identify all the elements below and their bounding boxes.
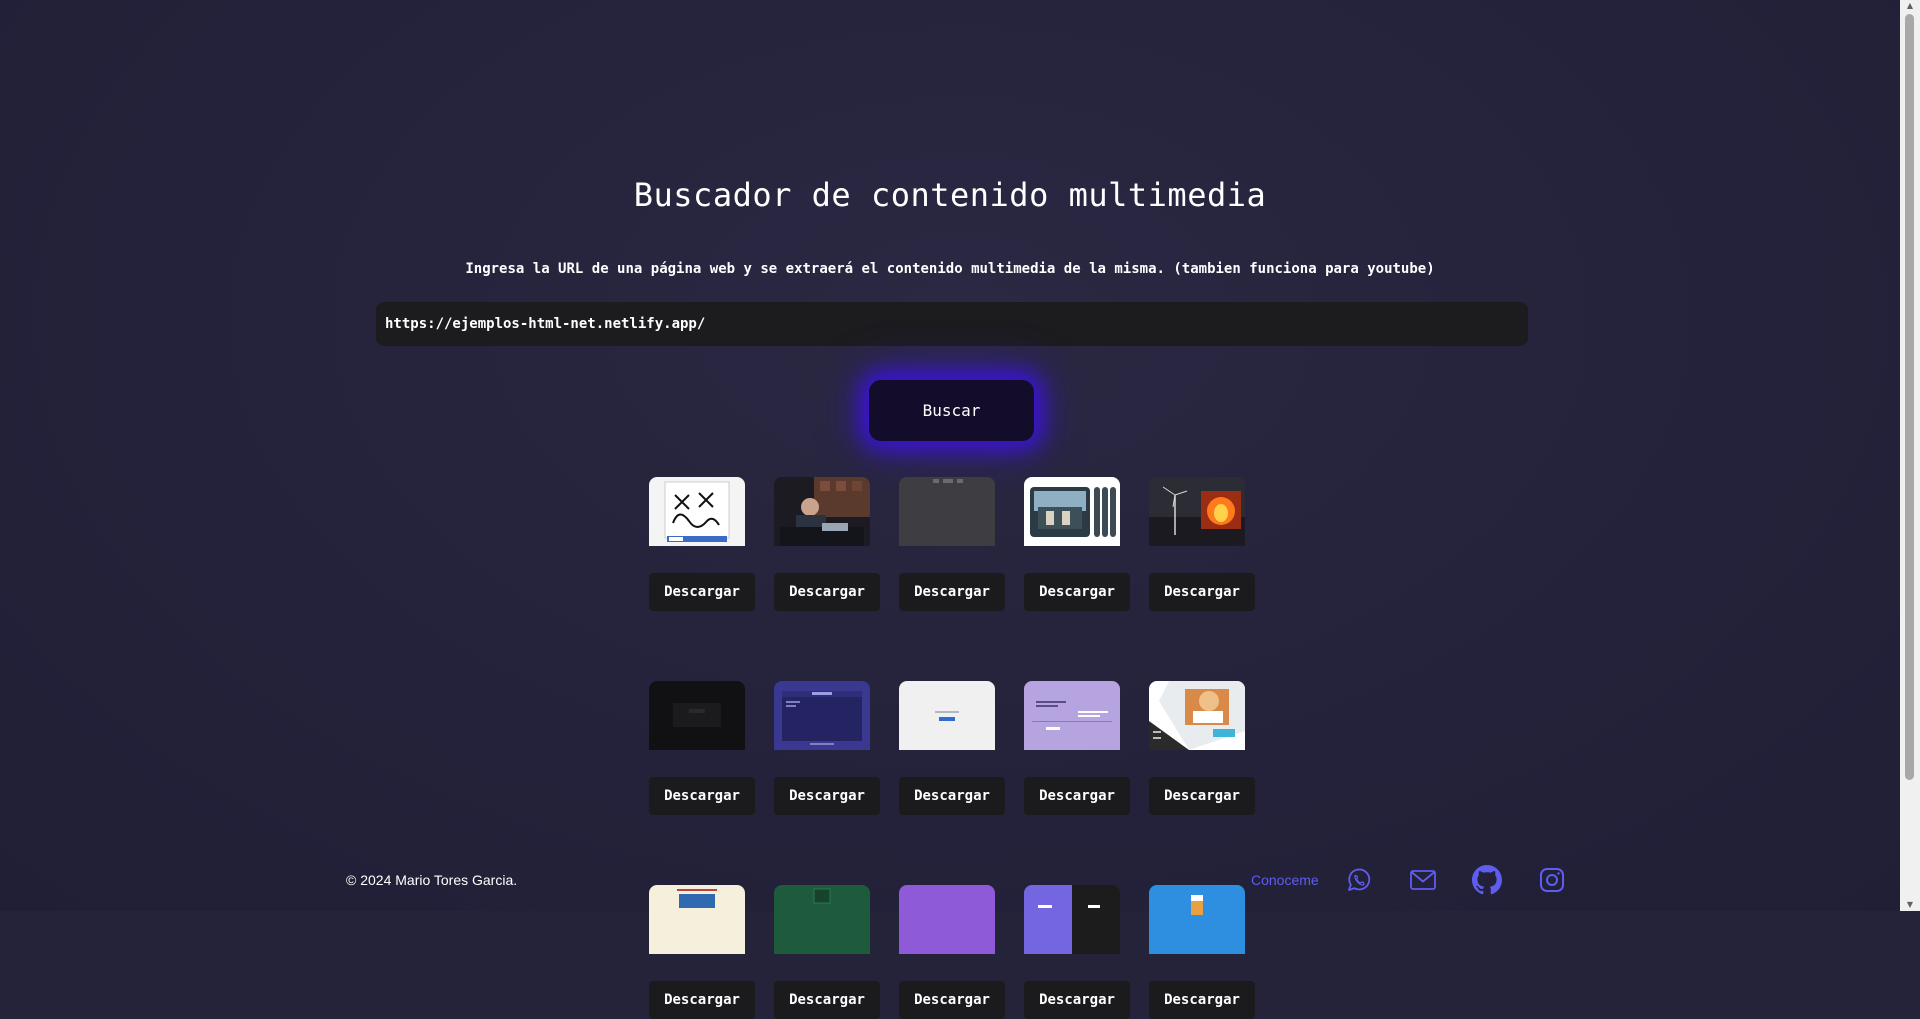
download-button[interactable]: Descargar bbox=[649, 777, 755, 815]
download-button[interactable]: Descargar bbox=[899, 981, 1005, 1019]
download-button[interactable]: Descargar bbox=[899, 777, 1005, 815]
result-item: Descargar bbox=[1024, 681, 1130, 815]
copyright-text: © 2024 Mario Tores Garcia. bbox=[346, 872, 518, 888]
result-thumbnail[interactable] bbox=[774, 681, 870, 750]
download-button[interactable]: Descargar bbox=[649, 981, 755, 1019]
result-thumbnail[interactable] bbox=[649, 477, 745, 546]
url-input[interactable] bbox=[376, 302, 1528, 346]
result-item: Descargar bbox=[774, 477, 880, 611]
download-button[interactable]: Descargar bbox=[774, 981, 880, 1019]
vertical-scrollbar[interactable]: ▲ ▼ bbox=[1900, 0, 1920, 911]
result-thumbnail[interactable] bbox=[649, 681, 745, 750]
download-button[interactable]: Descargar bbox=[899, 573, 1005, 611]
download-button[interactable]: Descargar bbox=[1024, 981, 1130, 1019]
result-item: Descargar bbox=[1024, 477, 1130, 611]
download-button[interactable]: Descargar bbox=[1024, 777, 1130, 815]
result-thumbnail[interactable] bbox=[1149, 477, 1245, 546]
result-item: Descargar bbox=[649, 477, 755, 611]
result-thumbnail[interactable] bbox=[1024, 681, 1120, 750]
result-item: Descargar bbox=[899, 681, 1005, 815]
result-thumbnail[interactable] bbox=[1149, 681, 1245, 750]
result-thumbnail[interactable] bbox=[899, 477, 995, 546]
mail-icon[interactable] bbox=[1408, 865, 1438, 895]
result-item: Descargar bbox=[899, 477, 1005, 611]
result-thumbnail[interactable] bbox=[774, 477, 870, 546]
search-button[interactable]: Buscar bbox=[869, 380, 1034, 441]
result-item: Descargar bbox=[649, 681, 755, 815]
scrollbar-thumb[interactable] bbox=[1905, 14, 1914, 780]
result-thumbnail[interactable] bbox=[1024, 477, 1120, 546]
download-button[interactable]: Descargar bbox=[774, 777, 880, 815]
download-button[interactable]: Descargar bbox=[774, 573, 880, 611]
result-item: Descargar bbox=[1149, 477, 1255, 611]
page: Buscador de contenido multimedia Ingresa… bbox=[0, 0, 1900, 1019]
conoceme-link[interactable]: Conoceme bbox=[1251, 872, 1319, 888]
result-item: Descargar bbox=[1149, 681, 1255, 815]
instagram-icon[interactable] bbox=[1537, 865, 1567, 895]
page-title: Buscador de contenido multimedia bbox=[633, 176, 1267, 214]
download-button[interactable]: Descargar bbox=[1149, 573, 1255, 611]
footer: © 2024 Mario Tores Garcia. Conoceme bbox=[0, 856, 1900, 906]
scroll-down-icon[interactable]: ▼ bbox=[1900, 899, 1920, 911]
download-button[interactable]: Descargar bbox=[1024, 573, 1130, 611]
download-button[interactable]: Descargar bbox=[1149, 777, 1255, 815]
result-thumbnail[interactable] bbox=[899, 681, 995, 750]
github-icon[interactable] bbox=[1472, 865, 1502, 895]
whatsapp-icon[interactable] bbox=[1344, 865, 1374, 895]
scroll-up-icon[interactable]: ▲ bbox=[1900, 0, 1920, 12]
download-button[interactable]: Descargar bbox=[1149, 981, 1255, 1019]
page-subtitle: Ingresa la URL de una página web y se ex… bbox=[465, 261, 1435, 277]
download-button[interactable]: Descargar bbox=[649, 573, 755, 611]
result-item: Descargar bbox=[774, 681, 880, 815]
